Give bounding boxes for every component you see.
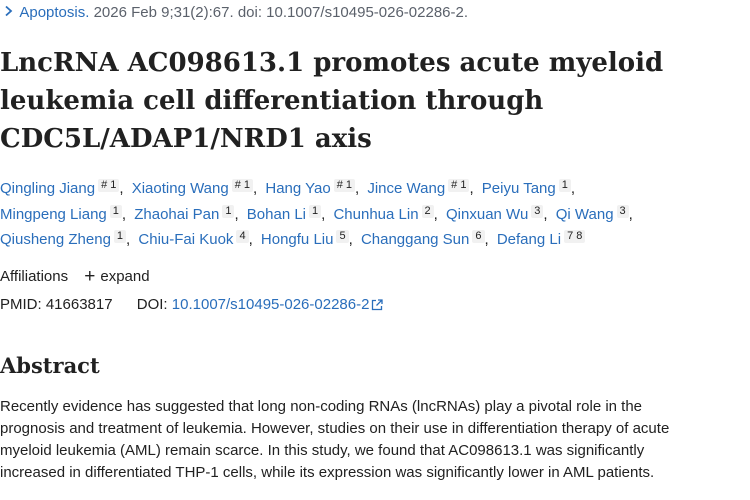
affiliation-ref-button[interactable]: 2	[421, 204, 434, 218]
doi-value: 10.1007/s10495-026-02286-2	[171, 296, 370, 313]
plus-icon: +	[84, 266, 96, 287]
citation-details: 2026 Feb 9;31(2):67. doi: 10.1007/s10495…	[93, 4, 469, 21]
identifiers-row: PMID: 41663817 DOI: 10.1007/s10495-026-0…	[0, 294, 384, 318]
author-entry: Qinxuan Wu 3,	[446, 204, 552, 223]
pmid-label: PMID:	[0, 296, 42, 313]
title-line: LncRNA AC098613.1 promotes acute myeloid	[0, 48, 664, 78]
author-entry: Zhaohai Pan 1,	[134, 204, 242, 223]
author-separator: ,	[321, 205, 326, 223]
author-entry: Jince Wang # 1,	[367, 179, 477, 197]
affiliation-ref-button[interactable]: # 1	[231, 179, 254, 192]
author-name-link[interactable]: Zhaohai Pan	[134, 206, 219, 223]
author-separator: ,	[355, 180, 360, 197]
author-separator: ,	[253, 180, 258, 197]
article-page: Apoptosis. 2026 Feb 9;31(2):67. doi: 10.…	[0, 0, 750, 500]
article-title: LncRNA AC098613.1 promotes acute myeloid…	[0, 44, 700, 158]
author-entry: Mingpeng Liang 1,	[0, 204, 130, 223]
author-entry: Peiyu Tang 1,	[482, 179, 579, 197]
author-entry: Xiaoting Wang # 1,	[132, 179, 261, 197]
pmid-value: 41663817	[45, 296, 113, 313]
doi-label: DOI:	[136, 296, 168, 313]
abstract-line: Recently evidence has suggested that lon…	[0, 398, 643, 415]
journal-link[interactable]: Apoptosis.	[19, 4, 89, 21]
author-name-link[interactable]: Peiyu Tang	[482, 180, 556, 197]
affiliation-ref-button[interactable]: 6	[472, 230, 485, 243]
affiliation-ref-button[interactable]: 3	[531, 204, 544, 218]
author-entry: Chunhua Lin 2,	[333, 204, 441, 223]
author-name-link[interactable]: Qi Wang	[556, 206, 614, 223]
author-separator: ,	[234, 205, 239, 223]
author-entry: Hang Yao # 1,	[265, 179, 363, 197]
author-line: Mingpeng Liang 1, Zhaohai Pan 1, Bohan Li 1…	[0, 202, 745, 228]
expand-affiliations-button[interactable]: + expand	[84, 266, 150, 287]
affiliation-ref-button[interactable]: 4	[236, 230, 249, 243]
affiliation-ref-button[interactable]: # 1	[333, 179, 355, 192]
author-entry: Hongfu Liu 5,	[261, 230, 357, 248]
affiliation-ref-button[interactable]: 3	[616, 204, 629, 218]
author-entry: Changgang Sun 6,	[361, 230, 493, 248]
affiliation-ref-button[interactable]: 5	[336, 230, 349, 243]
author-entry: Qingling Jiang # 1,	[0, 179, 128, 197]
author-separator: ,	[469, 180, 474, 197]
author-line: Qiusheng Zheng 1, Chiu-Fai Kuok 4, Hongfu …	[0, 227, 745, 253]
author-entry: Defang Li 7 8	[497, 230, 586, 248]
title-line: leukemia cell differentiation through	[0, 86, 544, 116]
author-name-link[interactable]: Defang Li	[497, 231, 561, 248]
author-name-link[interactable]: Chiu-Fai Kuok	[138, 231, 233, 248]
author-separator: ,	[543, 205, 548, 223]
author-separator: ,	[484, 231, 489, 248]
affiliations-label: Affiliations	[0, 268, 69, 285]
expand-label: expand	[100, 268, 150, 285]
author-name-link[interactable]: Changgang Sun	[361, 231, 469, 248]
doi-link[interactable]: 10.1007/s10495-026-02286-2	[172, 296, 384, 313]
author-name-link[interactable]: Hang Yao	[265, 180, 330, 197]
author-name-link[interactable]: Qingling Jiang	[0, 180, 95, 197]
affiliation-ref-button[interactable]: 1	[109, 204, 122, 218]
author-separator: ,	[570, 180, 576, 197]
author-name-link[interactable]: Xiaoting Wang	[132, 180, 229, 197]
author-separator: ,	[248, 231, 253, 248]
abstract-line: prognosis and treatment of leukemia. How…	[0, 420, 670, 437]
author-name-link[interactable]: Mingpeng Liang	[0, 206, 107, 223]
author-separator: ,	[628, 205, 633, 223]
author-separator: ,	[433, 205, 438, 223]
author-separator: ,	[126, 231, 131, 248]
author-name-link[interactable]: Qiusheng Zheng	[0, 231, 111, 248]
affiliation-ref-button[interactable]: # 1	[98, 179, 120, 192]
title-line: CDC5L/ADAP1/NRD1 axis	[0, 124, 372, 154]
author-separator: ,	[121, 205, 127, 223]
affiliations-row: Affiliations + expand	[0, 266, 150, 288]
affiliation-ref-button[interactable]: 7 8	[564, 230, 586, 243]
affiliation-ref-button[interactable]: 1	[113, 230, 127, 243]
abstract-heading: Abstract	[0, 353, 100, 378]
citation-line: Apoptosis. 2026 Feb 9;31(2):67. doi: 10.…	[4, 2, 468, 24]
author-separator: ,	[348, 231, 353, 248]
affiliation-ref-button[interactable]: 1	[309, 204, 322, 218]
author-entry: Bohan Li 1,	[247, 204, 330, 223]
abstract-line: increased in differentiated THP-1 cells,…	[0, 464, 655, 481]
affiliation-ref-button[interactable]: 1	[222, 204, 235, 218]
author-entry: Qiusheng Zheng 1,	[0, 230, 134, 248]
author-name-link[interactable]: Hongfu Liu	[261, 231, 334, 248]
affiliation-ref-button[interactable]: 1	[558, 179, 571, 192]
author-name-link[interactable]: Bohan Li	[247, 206, 306, 223]
abstract-line: myeloid leukemia (AML) remain scarce. In…	[0, 442, 645, 459]
author-entry: Qi Wang 3,	[556, 204, 637, 223]
external-link-icon	[371, 296, 384, 318]
author-name-link[interactable]: Chunhua Lin	[333, 206, 418, 223]
author-list: Qingling Jiang # 1, Xiaoting Wang # 1, Han…	[0, 176, 745, 253]
author-line: Qingling Jiang # 1, Xiaoting Wang # 1, Han…	[0, 176, 745, 202]
chevron-right-icon	[4, 2, 16, 24]
author-separator: ,	[119, 180, 124, 197]
author-name-link[interactable]: Jince Wang	[367, 180, 445, 197]
affiliation-ref-button[interactable]: # 1	[448, 179, 470, 192]
abstract-text: Recently evidence has suggested that lon…	[0, 396, 746, 484]
author-entry: Chiu-Fai Kuok 4,	[138, 230, 256, 248]
author-name-link[interactable]: Qinxuan Wu	[446, 206, 528, 223]
